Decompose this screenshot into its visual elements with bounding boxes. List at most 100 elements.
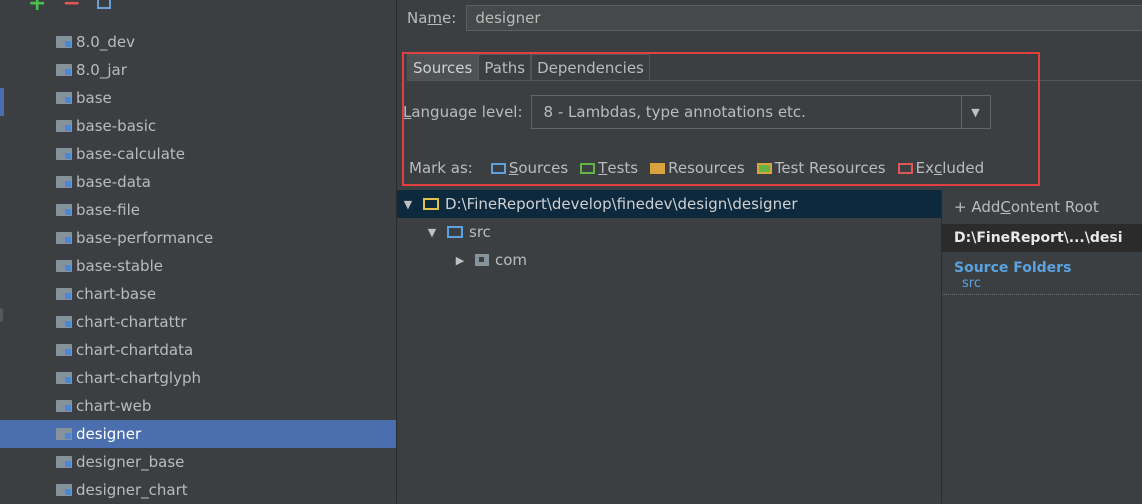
module-label: base-stable: [76, 257, 163, 275]
mark-tests-button[interactable]: Tests: [580, 159, 638, 177]
collapse-arrow-icon[interactable]: ▶: [453, 254, 467, 267]
module-label: 8.0_jar: [76, 61, 127, 79]
module-label: designer_chart: [76, 481, 188, 499]
module-icon: [56, 316, 72, 328]
package-icon: [475, 254, 489, 266]
module-icon: [56, 400, 72, 412]
module-list: 8.0_dev 8.0_jarbase base-basic base-calcula…: [0, 28, 396, 504]
mark-as-row: Mark as: Sources Tests Resources Test Re…: [409, 156, 984, 180]
tree-row-com[interactable]: ▶ com: [397, 246, 942, 274]
module-label: chart-chartglyph: [76, 369, 201, 387]
module-icon: [56, 288, 72, 300]
module-icon: [56, 176, 72, 188]
mark-sources-button[interactable]: Sources: [490, 159, 568, 177]
module-icon: [56, 484, 72, 496]
name-input[interactable]: designer: [466, 5, 1142, 31]
name-label: Name:: [407, 9, 457, 27]
module-label: base-file: [76, 201, 141, 219]
module-icon: [56, 148, 72, 160]
module-settings-panel: Name: designer Sources Paths Dependencie…: [397, 0, 1142, 503]
remove-module-button[interactable]: −: [62, 0, 80, 15]
add-module-button[interactable]: +: [28, 0, 46, 15]
expand-arrow-icon[interactable]: ▼: [401, 198, 415, 211]
excluded-folder-icon: [897, 162, 913, 174]
module-item[interactable]: 8.0_dev: [0, 28, 396, 56]
content-root-tree: ▼ D:\FineReport\develop\finedev\design\d…: [397, 190, 942, 274]
source-folder-item[interactable]: src: [942, 276, 1142, 295]
module-item[interactable]: base-data: [0, 168, 396, 196]
module-label: base-data: [76, 173, 151, 191]
module-label: chart-chartdata: [76, 341, 194, 359]
copy-module-icon[interactable]: [96, 0, 111, 9]
tab-divider: [407, 80, 1142, 81]
module-label: designer_base: [76, 453, 185, 471]
mark-test-resources-button[interactable]: Test Resources: [756, 159, 886, 177]
module-label: base-basic: [76, 117, 157, 135]
module-item[interactable]: base-calculate: [0, 140, 396, 168]
module-item[interactable]: designer_chart: [0, 476, 396, 504]
module-icon: [56, 36, 72, 48]
module-item[interactable]: designer: [0, 420, 396, 448]
content-root-path: D:\FineReport\...\desi: [942, 224, 1142, 252]
tab-sources[interactable]: Sources: [407, 54, 479, 81]
module-icon: [56, 120, 72, 132]
tab-bar: Sources Paths Dependencies: [407, 54, 650, 81]
mark-resources-button[interactable]: Resources: [650, 159, 745, 177]
tree-row-root[interactable]: ▼ D:\FineReport\develop\finedev\design\d…: [397, 190, 942, 218]
resource-folder-icon: [650, 162, 666, 174]
content-root-folder-icon: [423, 198, 439, 210]
tab-dependencies[interactable]: Dependencies: [531, 54, 650, 81]
module-list-panel: + − 8.0_dev 8.0_jarbase base-basic base-cal…: [0, 0, 397, 503]
module-item[interactable]: chart-chartdata: [0, 336, 396, 364]
module-icon: [56, 232, 72, 244]
mark-as-label: Mark as:: [409, 159, 473, 177]
module-toolbar: + −: [28, 0, 111, 15]
tree-src-label: src: [469, 223, 491, 241]
language-level-value: 8 - Lambdas, type annotations etc.: [543, 103, 806, 121]
module-label: chart-web: [76, 397, 152, 415]
module-label: base: [76, 89, 112, 107]
module-icon: [56, 428, 72, 440]
module-item[interactable]: designer_base: [0, 448, 396, 476]
module-label: base-performance: [76, 229, 214, 247]
module-icon: [56, 260, 72, 272]
tab-paths[interactable]: Paths: [478, 54, 532, 81]
content-root-panel: + Add Content Root D:\FineReport\...\des…: [941, 190, 1142, 503]
module-item[interactable]: 8.0_jar: [0, 56, 396, 84]
tree-com-label: com: [495, 251, 528, 269]
module-icon: [56, 372, 72, 384]
module-item[interactable]: base-file: [0, 196, 396, 224]
module-item[interactable]: base: [0, 84, 396, 112]
module-icon: [56, 344, 72, 356]
test-folder-icon: [580, 162, 596, 174]
module-icon: [56, 456, 72, 468]
module-item[interactable]: base-stable: [0, 252, 396, 280]
module-icon: [56, 204, 72, 216]
module-label: chart-base: [76, 285, 157, 303]
module-item[interactable]: chart-base: [0, 280, 396, 308]
source-folder-icon: [490, 162, 506, 174]
expand-arrow-icon[interactable]: ▼: [425, 226, 439, 239]
module-item[interactable]: chart-web: [0, 392, 396, 420]
add-content-root-button[interactable]: + Add Content Root: [942, 190, 1142, 224]
tree-root-label: D:\FineReport\develop\finedev\design\des…: [445, 195, 798, 213]
language-level-label: Language level:: [403, 103, 523, 121]
module-item[interactable]: base-basic: [0, 112, 396, 140]
module-label: 8.0_dev: [76, 33, 135, 51]
mark-excluded-button[interactable]: Ex c luded: [897, 159, 984, 177]
module-item[interactable]: base-performance: [0, 224, 396, 252]
tree-row-src[interactable]: ▼ src: [397, 218, 942, 246]
module-icon: [56, 64, 72, 76]
module-icon: [56, 92, 72, 104]
source-folders-heading: Source Folders: [954, 260, 1072, 276]
language-level-row: Language level: 8 - Lambdas, type annota…: [403, 94, 991, 130]
test-resource-folder-icon: [756, 162, 772, 174]
source-folder-icon: [447, 226, 463, 238]
dropdown-arrow-icon[interactable]: ▼: [960, 96, 990, 128]
module-label: base-calculate: [76, 145, 185, 163]
module-label: chart-chartattr: [76, 313, 187, 331]
module-item[interactable]: chart-chartglyph: [0, 364, 396, 392]
language-level-select[interactable]: 8 - Lambdas, type annotations etc. ▼: [530, 95, 991, 129]
module-label: designer: [76, 425, 142, 443]
module-item[interactable]: chart-chartattr: [0, 308, 396, 336]
